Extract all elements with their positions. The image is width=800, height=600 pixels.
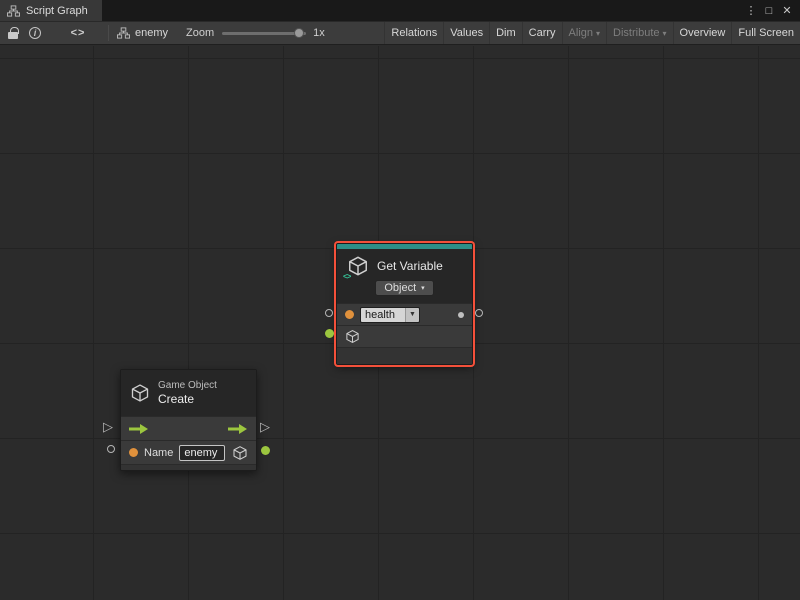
name-input[interactable] (179, 445, 225, 461)
tab-title: Script Graph (26, 5, 88, 17)
node-game-object-create[interactable]: Game Object Create Name (120, 369, 257, 471)
toolbar-button-values[interactable]: Values (443, 22, 489, 44)
close-button[interactable]: ✕ (778, 0, 796, 21)
name-port-icon[interactable] (129, 448, 138, 457)
variable-name-port-icon[interactable] (345, 310, 354, 319)
game-object-output-port[interactable] (261, 446, 270, 455)
code-view-button[interactable]: <> (60, 27, 96, 39)
toolbar-button-dim[interactable]: Dim (489, 22, 522, 44)
variable-icon: <> (347, 255, 369, 277)
get-variable-header: <> Get Variable Object ▾ (337, 249, 472, 303)
info-icon: i (29, 27, 41, 39)
create-node-header: Game Object Create (121, 370, 256, 416)
toolbar-separator (108, 25, 109, 41)
lock-icon (8, 32, 18, 39)
toolbar-buttons: Relations Values Dim Carry Align▾ Distri… (384, 22, 800, 44)
toolbar-button-overview[interactable]: Overview (673, 22, 732, 44)
object-input-row (337, 325, 472, 347)
zoom-label: Zoom (186, 27, 214, 39)
node-title: Get Variable (377, 259, 443, 273)
variable-name-port[interactable] (325, 309, 333, 317)
flow-output-port[interactable]: ▷ (260, 420, 270, 434)
game-object-output-icon[interactable] (232, 445, 248, 461)
chevron-down-icon: ▾ (421, 284, 425, 292)
window-titlebar: Script Graph ⋮ □ ✕ (0, 0, 800, 21)
variable-name-input[interactable] (361, 308, 405, 322)
variable-kind-dropdown[interactable]: Object ▾ (375, 280, 433, 296)
graph-owner-icon (117, 27, 130, 39)
variable-name-dropdown-button[interactable]: ▼ (405, 308, 419, 322)
node-subtitle: Game Object (158, 380, 217, 392)
lock-button[interactable] (2, 22, 24, 44)
variable-name-field: ▼ (360, 307, 420, 323)
toolbar-button-fullscreen[interactable]: Full Screen (731, 22, 800, 44)
toolbar-button-distribute[interactable]: Distribute▾ (606, 22, 672, 44)
tab-script-graph[interactable]: Script Graph (0, 0, 102, 21)
info-button[interactable]: i (24, 22, 46, 44)
value-output-dot-icon[interactable] (458, 312, 464, 318)
node-get-variable[interactable]: <> Get Variable Object ▾ ▼ (336, 243, 473, 365)
name-input-port[interactable] (107, 445, 115, 453)
game-object-icon (130, 383, 150, 403)
toolbar-button-relations[interactable]: Relations (384, 22, 443, 44)
flow-row (121, 416, 256, 440)
node-footer (121, 464, 256, 470)
chevron-down-icon: ▾ (663, 29, 667, 38)
wire-layer (0, 46, 300, 196)
flow-output-arrow-icon[interactable] (228, 423, 248, 435)
window-menu-button[interactable]: ⋮ (742, 0, 760, 21)
script-graph-window: Script Graph ⋮ □ ✕ i <> enemy Zoom 1x Re… (0, 0, 800, 600)
variable-name-row: ▼ (337, 303, 472, 325)
flow-input-port[interactable]: ▷ (103, 420, 113, 434)
maximize-button[interactable]: □ (760, 0, 778, 21)
zoom-value: 1x (313, 27, 325, 39)
variable-code-badge-icon: <> (343, 272, 350, 281)
zoom-slider[interactable] (222, 32, 306, 35)
node-title: Create (158, 392, 217, 406)
flow-input-arrow-icon[interactable] (129, 423, 149, 435)
node-footer (337, 347, 472, 364)
object-input-icon[interactable] (345, 329, 360, 344)
chevron-down-icon: ▾ (596, 29, 600, 38)
graph-toolbar: i <> enemy Zoom 1x Relations Values Dim … (0, 21, 800, 45)
toolbar-button-align[interactable]: Align▾ (562, 22, 606, 44)
zoom-slider-handle[interactable] (294, 28, 304, 38)
window-controls: ⋮ □ ✕ (742, 0, 800, 21)
graph-canvas[interactable]: Game Object Create Name (0, 46, 800, 600)
name-row: Name (121, 440, 256, 464)
toolbar-button-carry[interactable]: Carry (522, 22, 562, 44)
graph-owner-label: enemy (135, 27, 168, 39)
name-port-label: Name (144, 447, 173, 459)
value-output-port[interactable] (475, 309, 483, 317)
graph-owner-chip[interactable]: enemy (117, 27, 168, 39)
script-graph-icon (7, 5, 20, 17)
object-input-port[interactable] (325, 329, 334, 338)
